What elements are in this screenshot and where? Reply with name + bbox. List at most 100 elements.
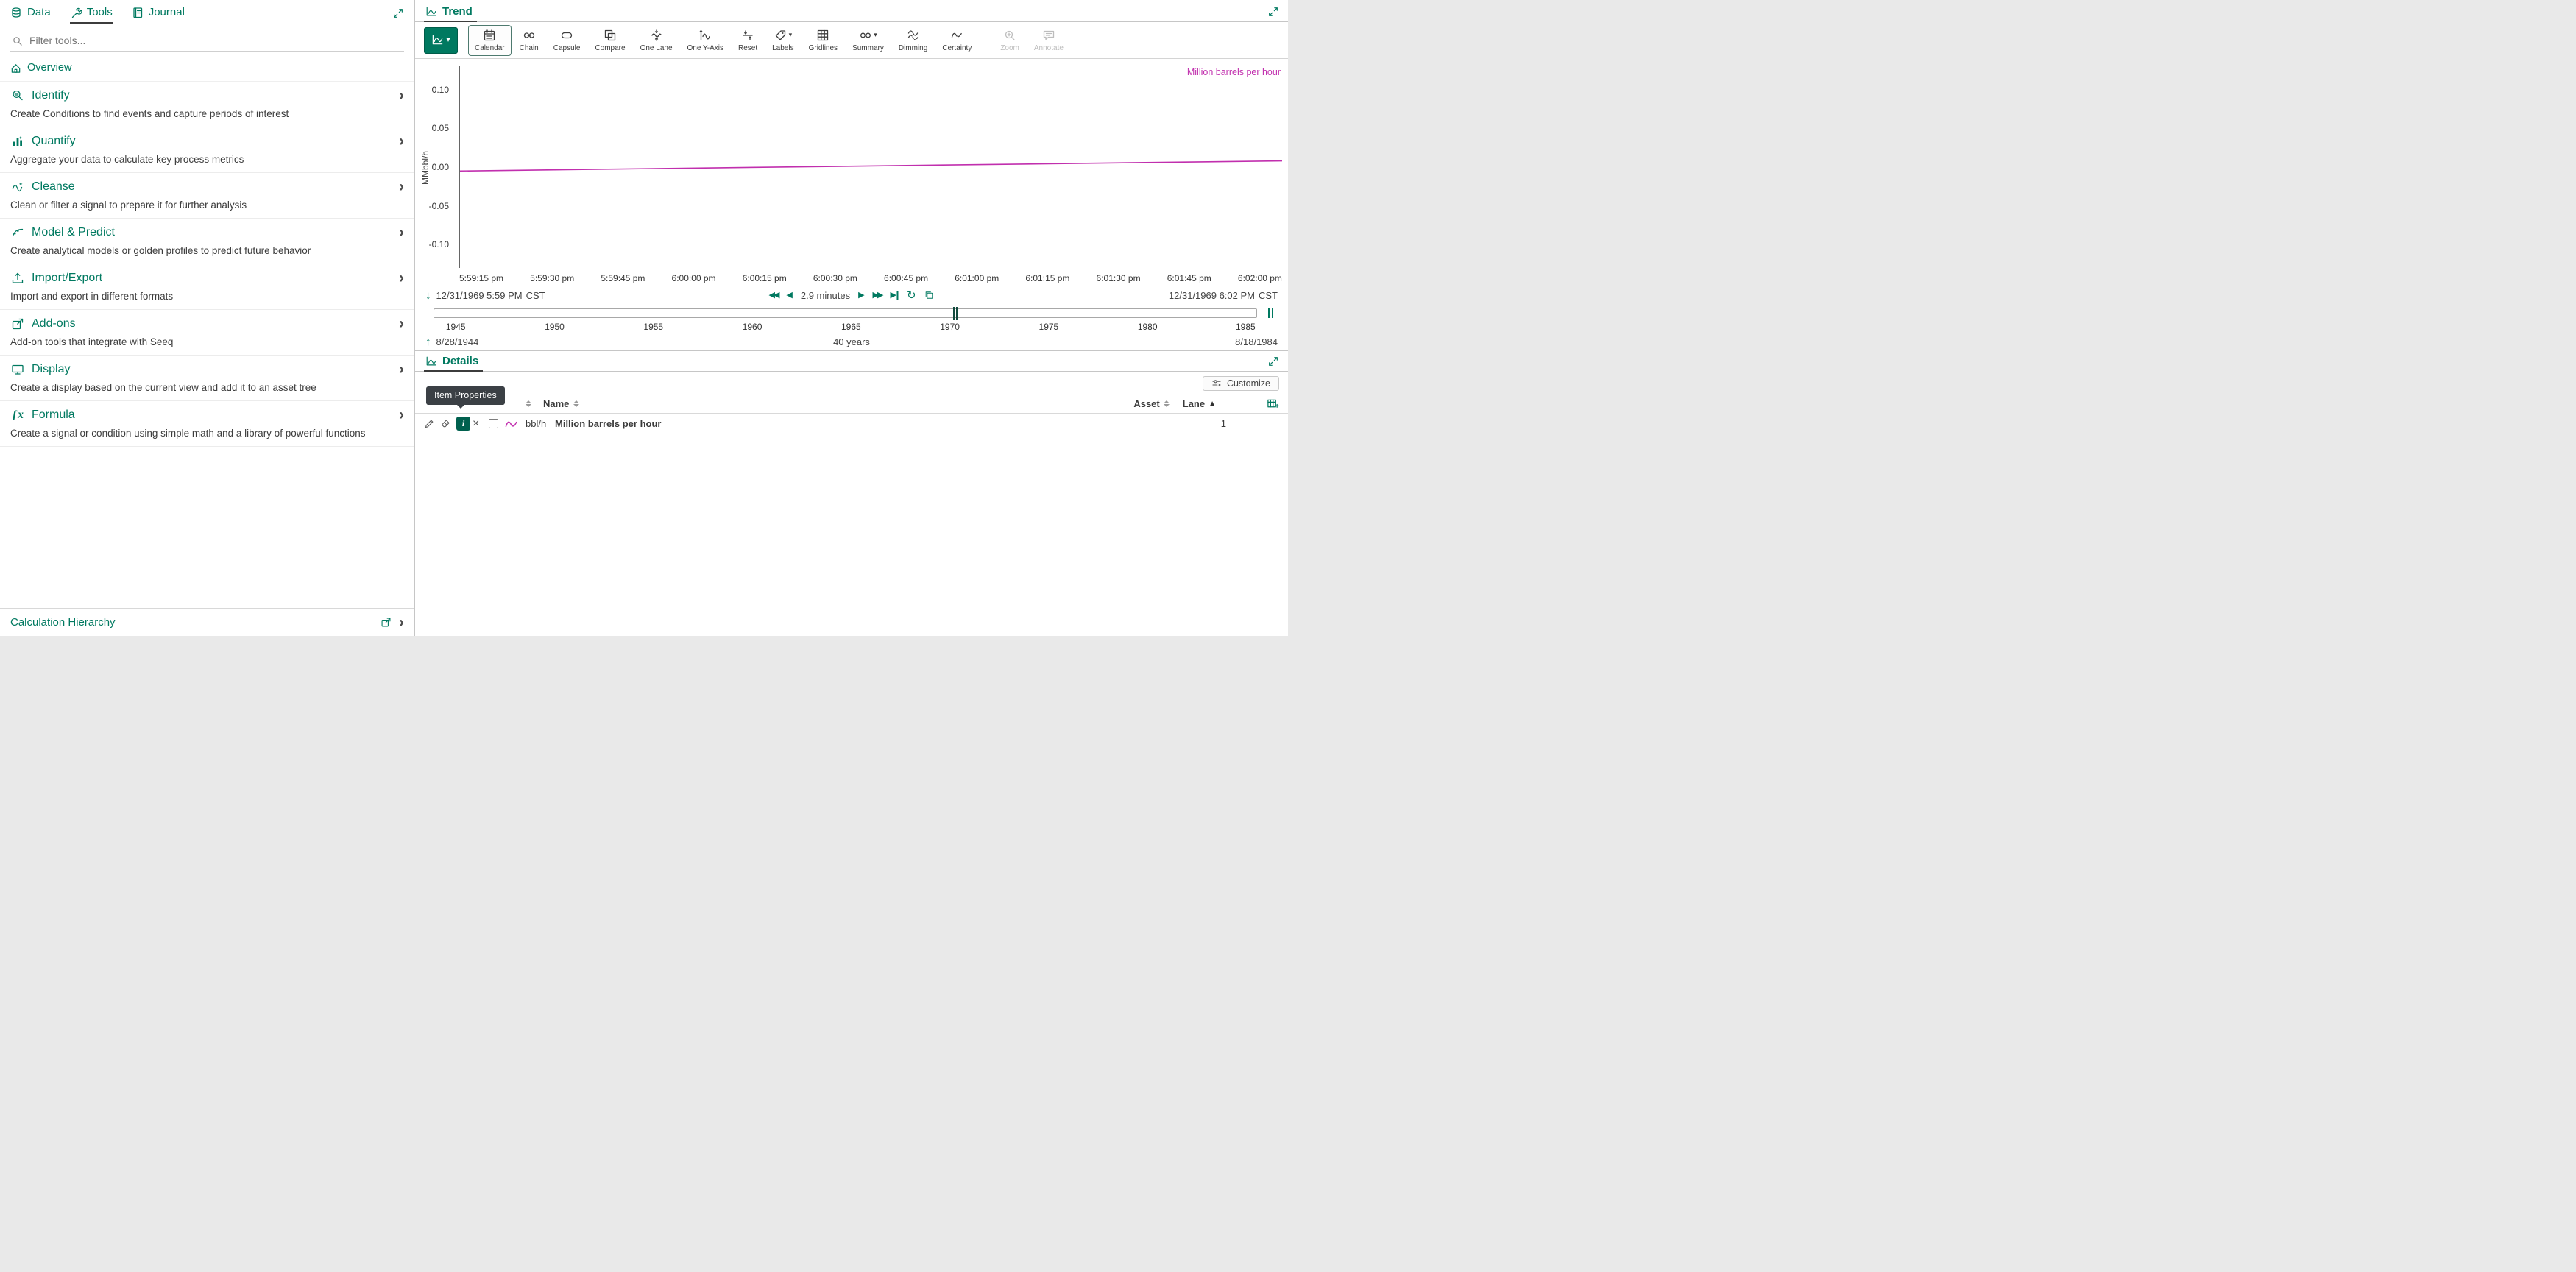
item-lane: 1 [1221,418,1226,429]
investigate-range-end[interactable]: 8/18/1984 [1235,336,1278,347]
timeline-year-labels: 1945 1950 1955 1960 1965 1970 1975 1980 … [434,322,1257,333]
toolbar-compare-button[interactable]: Compare [588,25,631,56]
remove-item-icon[interactable]: × [473,417,489,431]
tab-trend[interactable]: Trend [424,5,477,22]
tool-title: Formula [32,409,75,422]
tab-journal[interactable]: Journal [132,6,185,24]
display-range-arrow-icon: ↓ [425,289,431,302]
x-tick: 6:00:45 pm [884,273,928,283]
tool-description: Clean or filter a signal to prepare it f… [10,199,404,211]
trend-series-polyline [460,161,1282,172]
trend-chart[interactable]: MMbbl/h 0.10 0.05 0.00 -0.05 -0.10 Milli… [415,59,1288,286]
tools-sidebar: Data Tools Journal Overview [0,0,415,636]
tab-trend-label: Trend [442,5,473,18]
x-tick: 6:00:30 pm [813,273,857,283]
toolbar-capsule-button[interactable]: Capsule [547,25,587,56]
toolbar-calendar-button[interactable]: Calendar [468,25,512,56]
toolbar-certainty-button[interactable]: Certainty [935,25,978,56]
investigate-range-duration[interactable]: 40 years [833,336,870,347]
expand-trend-icon[interactable] [1267,6,1279,21]
chevron-right-icon: › [399,319,404,329]
chain-icon [523,29,536,42]
tool-item-import-export[interactable]: Import/Export › Import and export in dif… [0,264,414,310]
edit-pencil-icon[interactable] [424,418,440,429]
expand-sidebar-icon[interactable] [392,7,404,24]
sort-asset-icon[interactable] [1164,400,1170,407]
investigate-range-start[interactable]: 8/28/1944 [436,336,479,347]
table-row[interactable]: i × bbl/h Million barrels per hour 1 [415,414,1288,434]
sort-name-icon[interactable] [573,400,579,407]
tool-description: Create a display based on the current vi… [10,382,404,393]
step-forward-button[interactable]: ▶ [858,292,864,300]
expand-details-icon[interactable] [1267,356,1279,371]
toolbar-one-lane-button[interactable]: One Lane [634,25,679,56]
series-label[interactable]: Million barrels per hour [1187,67,1281,77]
tab-data[interactable]: Data [10,6,51,24]
add-column-icon[interactable] [1267,398,1279,410]
copy-range-icon[interactable] [924,290,935,300]
toolbar-zoom-button[interactable]: Zoom [994,25,1026,56]
journal-icon [132,7,144,18]
customize-button[interactable]: Customize [1203,376,1279,391]
view-selector-dropdown[interactable]: ▾ [424,27,458,54]
tool-description: Create analytical models or golden profi… [10,245,404,256]
tool-item-formula[interactable]: ƒx Formula › Create a signal or conditio… [0,401,414,447]
x-tick: 6:00:00 pm [672,273,716,283]
display-range-start[interactable]: 12/31/1969 5:59 PMCST [436,290,545,301]
plot-area[interactable]: Million barrels per hour [459,66,1282,268]
toolbar-chain-button[interactable]: Chain [513,25,545,56]
investigate-timeline[interactable] [434,308,1257,318]
step-back-fast-button[interactable]: ◀◀ [768,292,778,300]
sort-type-icon[interactable] [526,400,531,407]
tool-item-model-predict[interactable]: Model & Predict › Create analytical mode… [0,219,414,264]
calculation-hierarchy-link[interactable]: Calculation Hierarchy › [0,608,414,636]
display-range-duration[interactable]: 2.9 minutes [801,290,850,301]
reset-icon [741,29,754,42]
tool-title: Import/Export [32,272,102,285]
toolbar-one-y-axis-button[interactable]: One Y-Axis [681,25,730,56]
row-checkbox[interactable] [489,419,505,428]
identify-magnifier-icon [10,88,25,103]
x-tick: 5:59:45 pm [601,273,645,283]
tab-details[interactable]: Details [424,355,483,372]
tool-item-quantify[interactable]: Quantify › Aggregate your data to calcul… [0,127,414,173]
display-range-end[interactable]: 12/31/1969 6:02 PMCST [1169,290,1278,301]
item-properties-info-icon[interactable]: i [456,417,473,431]
details-tabbar: Details [415,350,1288,372]
year-label: 1960 [743,322,762,332]
toolbar-reset-button[interactable]: Reset [732,25,764,56]
item-properties-tooltip: Item Properties [426,386,505,405]
timeline-selection-marker[interactable] [953,307,958,320]
filter-tools-input[interactable] [10,31,404,52]
tool-item-cleanse[interactable]: Cleanse › Clean or filter a signal to pr… [0,173,414,219]
tool-item-add-ons[interactable]: Add-ons › Add-on tools that integrate wi… [0,310,414,356]
column-header-lane[interactable]: Lane [1183,398,1205,409]
step-back-button[interactable]: ◀ [786,292,792,300]
toolbar-labels-button[interactable]: ▾ Labels [765,25,800,56]
step-forward-fast-button[interactable]: ▶▶ [873,292,882,300]
column-header-asset[interactable]: Asset [1133,398,1159,409]
timeline-capsule-icon[interactable] [1268,308,1273,318]
display-monitor-icon [10,362,25,377]
dimming-icon [907,29,920,42]
seeq-workbench: Data Tools Journal Overview [0,0,1288,636]
model-predict-curve-icon [10,225,25,240]
toolbar-annotate-button[interactable]: Annotate [1027,25,1070,56]
tool-title: Quantify [32,135,76,148]
item-name[interactable]: Million barrels per hour [555,418,661,429]
eraser-icon[interactable] [440,418,456,429]
tool-item-display[interactable]: Display › Create a display based on the … [0,356,414,401]
year-label: 1955 [643,322,663,332]
step-to-end-button[interactable]: ▶ [890,292,898,300]
toolbar-dimming-button[interactable]: Dimming [892,25,934,56]
toolbar-gridlines-button[interactable]: Gridlines [802,25,844,56]
refresh-icon[interactable]: ↻ [907,290,916,301]
column-header-name[interactable]: Name [543,398,569,409]
year-label: 1975 [1039,322,1059,332]
tab-tools[interactable]: Tools [70,6,113,24]
overview-link[interactable]: Overview [0,54,414,82]
details-chart-icon [425,356,437,367]
tool-item-identify[interactable]: Identify › Create Conditions to find eve… [0,82,414,127]
sort-lane-ascending-icon[interactable]: ▲ [1209,400,1216,408]
toolbar-summary-button[interactable]: ▾ Summary [846,25,891,56]
